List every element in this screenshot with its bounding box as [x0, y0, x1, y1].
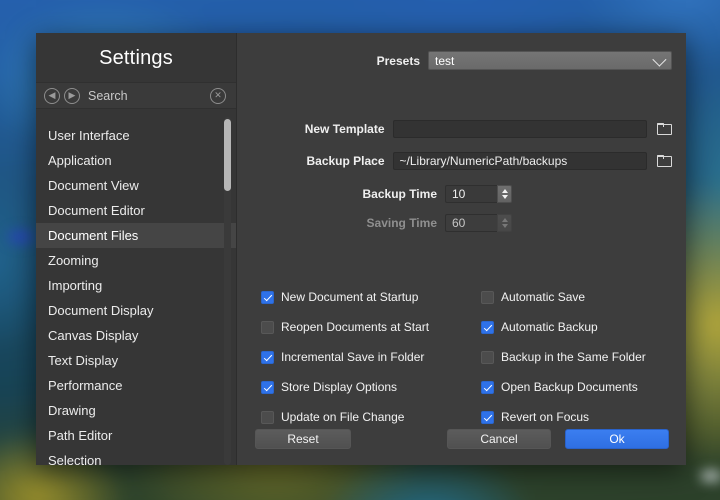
checkbox-automatic-backup[interactable]: Automatic Backup: [481, 312, 672, 342]
backup-time-input[interactable]: 10: [445, 185, 497, 203]
ok-button[interactable]: Ok: [565, 429, 669, 449]
checkbox-label: Store Display Options: [281, 380, 398, 394]
settings-nav-list[interactable]: User Interface Application Document View Do…: [36, 117, 236, 465]
backup-time-row: Backup Time 10: [237, 185, 672, 203]
sidebar-item-document-display[interactable]: Document Display: [36, 298, 236, 323]
folder-icon[interactable]: [657, 123, 672, 135]
checkbox-label: Update on File Change: [281, 410, 405, 424]
search-bar[interactable]: ◀ ▶ Search ✕: [36, 82, 236, 110]
sidebar-item-user-interface[interactable]: User Interface: [36, 123, 236, 148]
checkmark-icon: [261, 290, 274, 304]
checkbox-label: Backup in the Same Folder: [501, 350, 646, 364]
checkbox-label: Open Backup Documents: [501, 380, 638, 394]
reset-button[interactable]: Reset: [255, 429, 351, 449]
new-template-input[interactable]: [392, 120, 647, 138]
page-title: Settings: [99, 47, 173, 69]
sidebar-scrollbar-thumb[interactable]: [224, 119, 231, 192]
checkbox-reopen-documents-at-start[interactable]: Reopen Documents at Start: [261, 312, 481, 342]
presets-row: Presets test: [237, 51, 672, 70]
checkbox-label: Automatic Backup: [501, 320, 598, 334]
checkbox-backup-in-the-same-folder[interactable]: Backup in the Same Folder: [481, 342, 672, 372]
new-template-label: New Template: [304, 122, 385, 136]
checkbox-empty-icon: [261, 320, 274, 334]
checkmark-icon: [481, 410, 494, 424]
checkbox-label: New Document at Startup: [281, 290, 419, 304]
clear-circle-icon[interactable]: ✕: [210, 87, 226, 104]
backup-time-label: Backup Time: [362, 187, 437, 201]
checkbox-incremental-save-in-folder[interactable]: Incremental Save in Folder: [261, 342, 481, 372]
checkmark-icon: [261, 380, 274, 394]
sidebar-item-zooming[interactable]: Zooming: [36, 248, 236, 273]
checkbox-label: Revert on Focus: [501, 410, 590, 424]
sidebar-item-document-files[interactable]: Document Files: [36, 223, 236, 249]
checkmark-icon: [481, 380, 494, 394]
sidebar-item-text-display[interactable]: Text Display: [36, 348, 236, 373]
saving-time-row: Saving Time 60: [237, 214, 672, 232]
wallpaper-fish-2: [700, 470, 720, 482]
presets-value: test: [435, 53, 455, 68]
sidebar-item-importing[interactable]: Importing: [36, 273, 236, 298]
chevron-right-circle-icon[interactable]: ▶: [64, 87, 80, 104]
checkbox-update-on-file-change[interactable]: Update on File Change: [261, 402, 481, 432]
dialog-footer: Reset Cancel Ok: [237, 429, 686, 451]
screen: Settings ◀ ▶ Search ✕ User Interface Appl…: [0, 0, 720, 500]
checkbox-label: Reopen Documents at Start: [281, 320, 430, 334]
checkbox-label: Incremental Save in Folder: [281, 350, 425, 364]
saving-time-stepper: [497, 214, 512, 232]
chevron-left-circle-icon[interactable]: ◀: [44, 87, 60, 104]
document-files-pane: Presets test New Template Backup Place ~…: [237, 33, 686, 465]
checkmark-icon: [481, 320, 494, 334]
sidebar-item-drawing[interactable]: Drawing: [36, 398, 236, 423]
checkbox-open-backup-documents[interactable]: Open Backup Documents: [481, 372, 672, 402]
checkbox-empty-icon: [481, 350, 494, 364]
new-template-row: New Template: [237, 120, 672, 138]
settings-sidebar: Settings ◀ ▶ Search ✕ User Interface Appl…: [36, 33, 237, 465]
presets-dropdown[interactable]: test: [428, 51, 672, 70]
sidebar-scrollbar[interactable]: [224, 117, 231, 465]
chevron-down-icon: [652, 52, 667, 67]
search-input[interactable]: Search: [88, 89, 206, 103]
sidebar-item-selection[interactable]: Selection: [36, 448, 236, 465]
cancel-button[interactable]: Cancel: [447, 429, 551, 449]
checkbox-new-document-at-startup[interactable]: New Document at Startup: [261, 282, 481, 312]
presets-label: Presets: [376, 53, 420, 68]
checkbox-store-display-options[interactable]: Store Display Options: [261, 372, 481, 402]
settings-dialog: Settings ◀ ▶ Search ✕ User Interface Appl…: [36, 33, 686, 465]
sidebar-item-path-editor[interactable]: Path Editor: [36, 423, 236, 448]
sidebar-item-document-view[interactable]: Document View: [36, 173, 236, 198]
sidebar-item-canvas-display[interactable]: Canvas Display: [36, 323, 236, 348]
backup-place-input[interactable]: ~/Library/NumericPath/backups: [392, 152, 647, 170]
folder-icon[interactable]: [657, 155, 672, 167]
sidebar-item-application[interactable]: Application: [36, 148, 236, 173]
options-checkbox-grid: New Document at Startup Automatic Save Reo…: [261, 282, 672, 432]
backup-time-stepper[interactable]: [497, 185, 512, 203]
checkbox-label: Automatic Save: [501, 290, 586, 304]
saving-time-label: Saving Time: [366, 216, 437, 230]
backup-place-label: Backup Place: [306, 154, 385, 168]
checkbox-automatic-save[interactable]: Automatic Save: [481, 282, 672, 312]
sidebar-item-performance[interactable]: Performance: [36, 373, 236, 398]
checkbox-empty-icon: [481, 290, 494, 304]
saving-time-input: 60: [445, 214, 497, 232]
checkbox-revert-on-focus[interactable]: Revert on Focus: [481, 402, 672, 432]
sidebar-item-document-editor[interactable]: Document Editor: [36, 198, 236, 223]
checkmark-icon: [261, 350, 274, 364]
checkbox-empty-icon: [261, 410, 274, 424]
backup-place-row: Backup Place ~/Library/NumericPath/backu…: [237, 152, 672, 170]
wallpaper-fish-1: [8, 230, 34, 244]
